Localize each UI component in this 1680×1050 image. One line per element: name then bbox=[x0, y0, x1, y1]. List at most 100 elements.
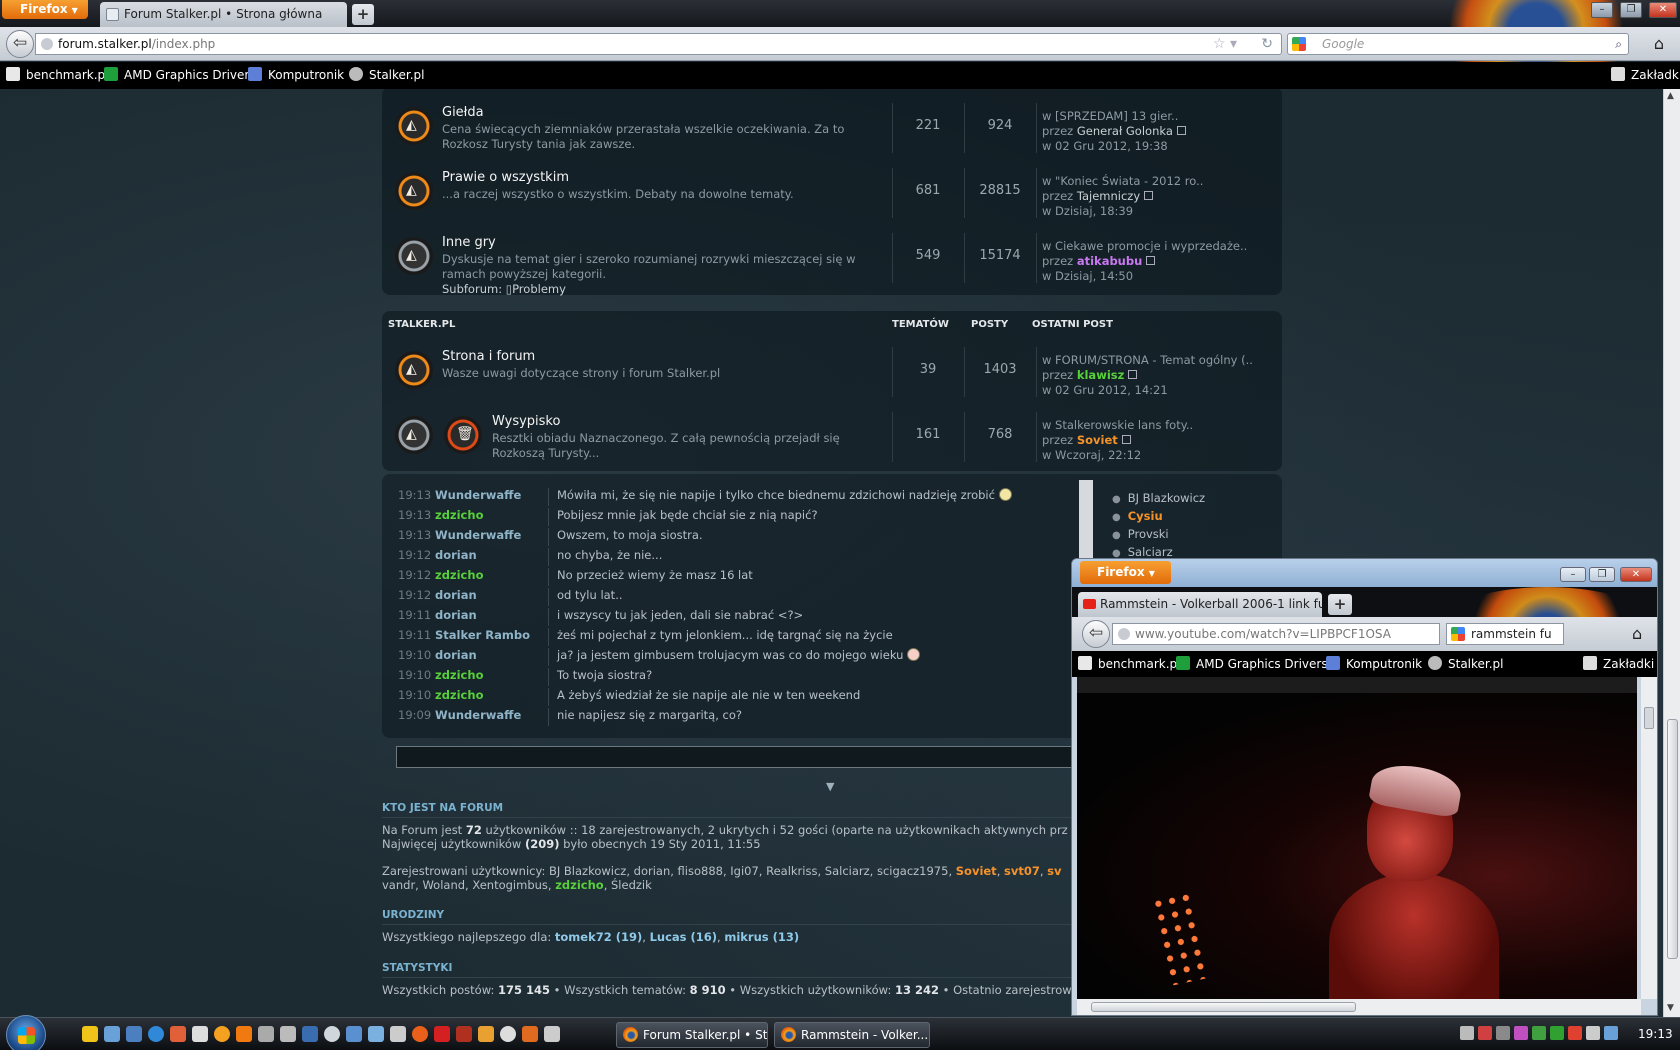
page-scrollbar[interactable]: ▲ ▼ bbox=[1663, 89, 1680, 1017]
network-icon[interactable] bbox=[1604, 1026, 1618, 1040]
firefox-menu-button[interactable]: Firefox ▼ bbox=[1080, 561, 1171, 584]
forum-title[interactable]: Wysypisko bbox=[492, 414, 560, 429]
bookmark-amd[interactable]: AMD Graphics Drivers bbox=[1176, 656, 1328, 673]
quicklaunch-icon[interactable] bbox=[456, 1026, 472, 1042]
tab-forum-stalker[interactable]: Forum Stalker.pl • Strona główna bbox=[100, 2, 347, 27]
bookmark-benchmark[interactable]: benchmark.pl bbox=[1078, 656, 1181, 673]
bookmark-stalker[interactable]: Stalker.pl bbox=[349, 67, 425, 84]
goto-post-icon[interactable] bbox=[1146, 256, 1156, 265]
home-icon[interactable]: ⌂ bbox=[1632, 624, 1642, 643]
volume-icon[interactable] bbox=[1586, 1026, 1600, 1040]
firefox-menu-button[interactable]: Firefox ▼ bbox=[2, 0, 88, 19]
forum-row[interactable]: ◭ Strona i forum Wasze uwagi dotyczące s… bbox=[382, 339, 1282, 404]
subforum-link[interactable]: ▯Problemy bbox=[506, 282, 566, 296]
maximize-button[interactable]: ❐ bbox=[1620, 2, 1642, 18]
quicklaunch-icon[interactable] bbox=[104, 1026, 120, 1042]
minimize-button[interactable]: – bbox=[1560, 567, 1586, 582]
chat-user[interactable]: Wunderwaffe bbox=[435, 528, 521, 542]
address-bar[interactable]: forum.stalker.pl/index.php ☆ ▾ ↻ bbox=[35, 33, 1282, 55]
last-post-author[interactable]: Soviet bbox=[1077, 433, 1118, 447]
forum-row[interactable]: ◭ Inne gry Dyskusje na temat gier i szer… bbox=[382, 225, 1282, 296]
bookmark-star-icon[interactable]: ☆ ▾ bbox=[1213, 34, 1237, 54]
bookmark-komputronik[interactable]: Komputronik bbox=[1326, 656, 1422, 673]
vlc-icon[interactable] bbox=[236, 1026, 252, 1042]
chat-user[interactable]: Wunderwaffe bbox=[435, 488, 521, 502]
quicklaunch-icon[interactable] bbox=[258, 1026, 274, 1042]
goto-post-icon[interactable] bbox=[1176, 126, 1186, 135]
bookmark-benchmark[interactable]: benchmark.pl bbox=[6, 67, 109, 84]
tray-icon[interactable] bbox=[1514, 1026, 1528, 1040]
collapse-toggle-icon[interactable]: ▼ bbox=[826, 780, 834, 793]
last-post-topic[interactable]: w [SPRZEDAM] 13 gier.. bbox=[1042, 109, 1272, 124]
last-post-author[interactable]: Generał Golonka bbox=[1077, 124, 1173, 138]
scrollbar-thumb[interactable] bbox=[1667, 719, 1678, 959]
quicklaunch-icon[interactable] bbox=[346, 1026, 362, 1042]
shoutbox-input[interactable] bbox=[396, 746, 1076, 768]
popup-vertical-scrollbar[interactable] bbox=[1641, 677, 1657, 999]
last-post-topic[interactable]: w "Koniec Świata - 2012 ro.. bbox=[1042, 174, 1272, 189]
back-button[interactable]: ⇦ bbox=[1082, 620, 1110, 648]
last-post-author[interactable]: Tajemniczy bbox=[1077, 189, 1140, 203]
forum-title[interactable]: Giełda bbox=[442, 105, 484, 120]
taskbar-button-forum[interactable]: Forum Stalker.pl • St... bbox=[616, 1022, 768, 1048]
chat-user[interactable]: zdzicho bbox=[435, 668, 483, 682]
last-post-author[interactable]: klawisz bbox=[1077, 368, 1124, 382]
online-user[interactable]: Provski bbox=[1112, 526, 1205, 544]
home-icon[interactable]: ⌂ bbox=[1648, 34, 1670, 54]
online-user[interactable]: Cysiu bbox=[1112, 508, 1205, 526]
forum-title[interactable]: Prawie o wszystkim bbox=[442, 170, 569, 185]
reload-icon[interactable]: ↻ bbox=[1261, 34, 1273, 54]
tray-icon[interactable] bbox=[1568, 1026, 1582, 1040]
close-button[interactable]: ✕ bbox=[1620, 567, 1652, 582]
shoutbox-scrollbar[interactable] bbox=[1079, 480, 1093, 570]
quicklaunch-icon[interactable] bbox=[82, 1026, 98, 1042]
scroll-up-icon[interactable]: ▲ bbox=[1667, 91, 1674, 101]
minimize-button[interactable]: – bbox=[1591, 2, 1613, 18]
chat-user[interactable]: zdzicho bbox=[435, 508, 483, 522]
quicklaunch-icon[interactable] bbox=[192, 1026, 208, 1042]
scroll-down-icon[interactable]: ▼ bbox=[1667, 1003, 1674, 1013]
back-button[interactable]: ⇦ bbox=[6, 30, 34, 58]
bookmark-stalker[interactable]: Stalker.pl bbox=[1428, 656, 1504, 673]
tray-icon[interactable] bbox=[1550, 1026, 1564, 1040]
goto-post-icon[interactable] bbox=[1121, 435, 1131, 444]
tab-youtube[interactable]: Rammstein - Volkerball 2006-1 link full … bbox=[1078, 592, 1322, 617]
clock[interactable]: 19:13 bbox=[1638, 1027, 1673, 1041]
forum-row[interactable]: ◭ 🗑 Wysypisko Resztki obiadu Naznaczoneg… bbox=[382, 404, 1282, 469]
forum-row[interactable]: ◭ Giełda Cena świecących ziemniaków prze… bbox=[382, 95, 1282, 160]
category-title[interactable]: STALKER.PL bbox=[388, 319, 455, 330]
start-button[interactable] bbox=[6, 1015, 46, 1050]
tray-icon[interactable] bbox=[1478, 1026, 1492, 1040]
goto-post-icon[interactable] bbox=[1128, 370, 1138, 379]
chat-user[interactable]: dorian bbox=[435, 588, 477, 602]
close-button[interactable]: ✕ bbox=[1649, 2, 1677, 18]
video-player[interactable] bbox=[1077, 677, 1637, 999]
chat-user[interactable]: dorian bbox=[435, 608, 477, 622]
quicklaunch-icon[interactable] bbox=[170, 1026, 186, 1042]
quicklaunch-icon[interactable] bbox=[522, 1026, 538, 1042]
forum-title[interactable]: Inne gry bbox=[442, 235, 496, 250]
quicklaunch-icon[interactable] bbox=[214, 1026, 230, 1042]
forum-title[interactable]: Strona i forum bbox=[442, 349, 535, 364]
search-icon[interactable]: ⌕ bbox=[1615, 34, 1622, 54]
chat-user[interactable]: zdzicho bbox=[435, 568, 483, 582]
quicklaunch-icon[interactable] bbox=[500, 1026, 516, 1042]
quicklaunch-icon[interactable] bbox=[302, 1026, 318, 1042]
bookmarks-folder[interactable]: Zakładki bbox=[1583, 656, 1654, 673]
last-post-topic[interactable]: w Stalkerowskie lans foty.. bbox=[1042, 418, 1272, 433]
bookmark-komputronik[interactable]: Komputronik bbox=[248, 67, 344, 84]
tray-icon[interactable] bbox=[1532, 1026, 1546, 1040]
chat-user[interactable]: Wunderwaffe bbox=[435, 708, 521, 722]
tray-icon[interactable] bbox=[1496, 1026, 1510, 1040]
quicklaunch-icon[interactable] bbox=[280, 1026, 296, 1042]
scrollbar-thumb[interactable] bbox=[1644, 707, 1654, 729]
quicklaunch-icon[interactable] bbox=[390, 1026, 406, 1042]
ie-icon[interactable] bbox=[148, 1026, 164, 1042]
quicklaunch-icon[interactable] bbox=[126, 1026, 142, 1042]
online-user[interactable]: BJ Blazkowicz bbox=[1112, 490, 1205, 508]
last-post-topic[interactable]: w FORUM/STRONA - Temat ogólny (.. bbox=[1042, 353, 1272, 368]
search-input[interactable]: Google ⌕ bbox=[1287, 33, 1629, 55]
tray-icon[interactable] bbox=[1460, 1026, 1474, 1040]
popup-horizontal-scrollbar[interactable] bbox=[1077, 999, 1641, 1015]
chat-user[interactable]: zdzicho bbox=[435, 688, 483, 702]
